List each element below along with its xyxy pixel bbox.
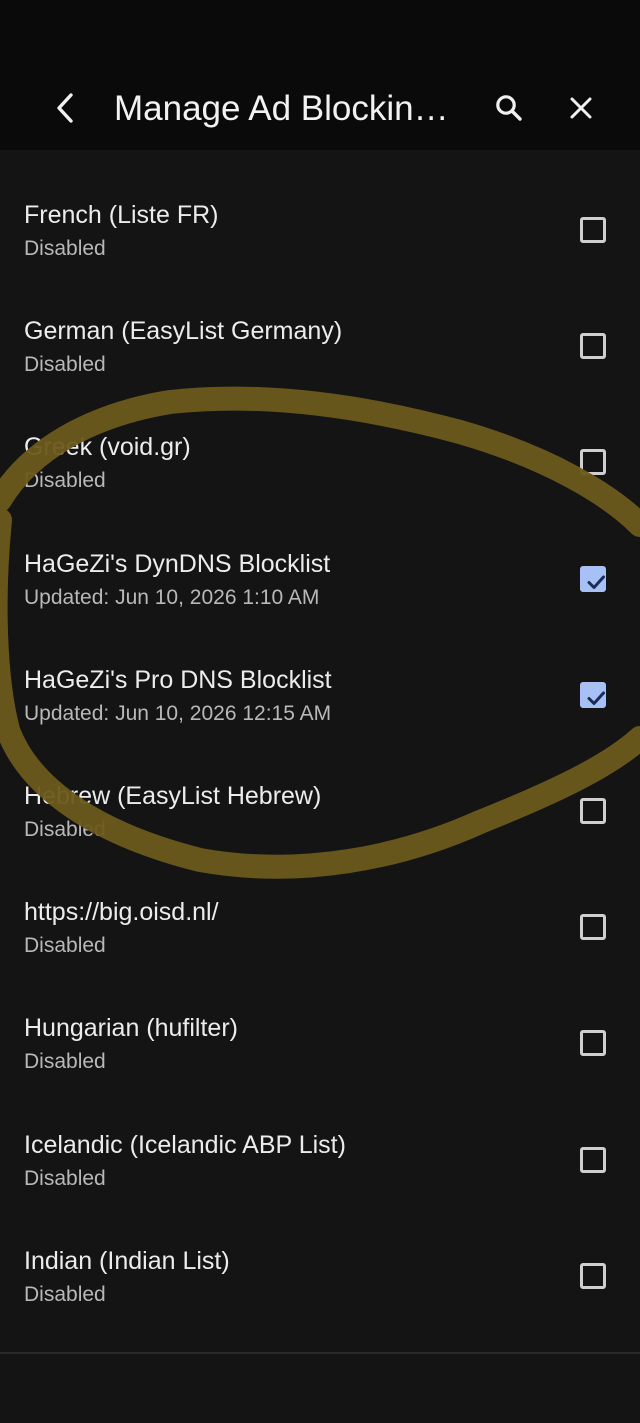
back-button[interactable] <box>38 80 94 136</box>
list-item[interactable]: HaGeZi's Pro DNS Blocklist Updated: Jun … <box>0 637 640 753</box>
list-item-title: Greek (void.gr) <box>24 433 191 462</box>
list-item[interactable]: German (EasyList Germany) Disabled <box>0 288 640 404</box>
list-item-status: Disabled <box>24 934 106 958</box>
enable-checkbox[interactable] <box>580 914 606 941</box>
list-item-title: HaGeZi's DynDNS Blocklist <box>24 549 331 578</box>
blocklist-list: French (Liste FR) Disabled German (EasyL… <box>0 172 640 1334</box>
list-item-title: Hebrew (EasyList Hebrew) <box>24 781 322 810</box>
enable-checkbox[interactable] <box>580 333 606 360</box>
list-item[interactable]: Hebrew (EasyList Hebrew) Disabled <box>0 753 640 869</box>
list-item-title: Icelandic (Icelandic ABP List) <box>24 1130 346 1159</box>
enable-checkbox[interactable] <box>580 681 606 708</box>
list-item-status: Disabled <box>24 1050 106 1074</box>
list-item-status: Disabled <box>24 817 106 841</box>
list-item-title: HaGeZi's Pro DNS Blocklist <box>24 665 332 694</box>
enable-checkbox[interactable] <box>580 1146 606 1173</box>
list-item-title: Indian (Indian List) <box>24 1246 230 1275</box>
list-item-title: German (EasyList Germany) <box>24 317 343 346</box>
list-item-status: Disabled <box>24 1166 106 1190</box>
list-item[interactable]: French (Liste FR) Disabled <box>0 172 640 288</box>
checkmark-icon <box>587 691 605 705</box>
list-item-status: Updated: Jun 10, 2026 1:10 AM <box>24 585 320 609</box>
list-item-title: French (Liste FR) <box>24 201 219 229</box>
list-item[interactable]: https://big.oisd.nl/ Disabled <box>0 869 640 985</box>
chevron-left-icon <box>57 93 73 123</box>
list-item-status: Disabled <box>24 353 106 377</box>
enable-checkbox[interactable] <box>580 1262 606 1289</box>
list-item[interactable]: HaGeZi's DynDNS Blocklist Updated: Jun 1… <box>0 521 640 637</box>
list-item[interactable]: Indian (Indian List) Disabled <box>0 1218 640 1334</box>
list-item-status: Disabled <box>24 237 106 260</box>
list-item-status: Disabled <box>24 1282 106 1306</box>
bottom-divider <box>0 1352 640 1354</box>
page-title: Manage Ad Blockin… <box>114 89 449 128</box>
list-item-status: Disabled <box>24 469 106 493</box>
list-item[interactable]: Hungarian (hufilter) Disabled <box>0 985 640 1101</box>
enable-checkbox[interactable] <box>580 797 606 824</box>
enable-checkbox[interactable] <box>580 449 606 476</box>
list-item[interactable]: Icelandic (Icelandic ABP List) Disabled <box>0 1102 640 1218</box>
checkmark-icon <box>587 575 605 589</box>
search-icon <box>496 95 522 121</box>
search-button[interactable] <box>481 80 537 136</box>
top-app-bar: Manage Ad Blockin… <box>0 0 640 150</box>
list-item-title: https://big.oisd.nl/ <box>24 898 219 927</box>
close-icon <box>570 97 592 119</box>
list-item-status: Updated: Jun 10, 2026 12:15 AM <box>24 701 332 725</box>
enable-checkbox[interactable] <box>580 217 606 243</box>
enable-checkbox[interactable] <box>580 565 606 592</box>
enable-checkbox[interactable] <box>580 1030 606 1057</box>
list-item[interactable]: Greek (void.gr) Disabled <box>0 404 640 520</box>
list-item-title: Hungarian (hufilter) <box>24 1014 238 1043</box>
close-button[interactable] <box>553 80 609 136</box>
